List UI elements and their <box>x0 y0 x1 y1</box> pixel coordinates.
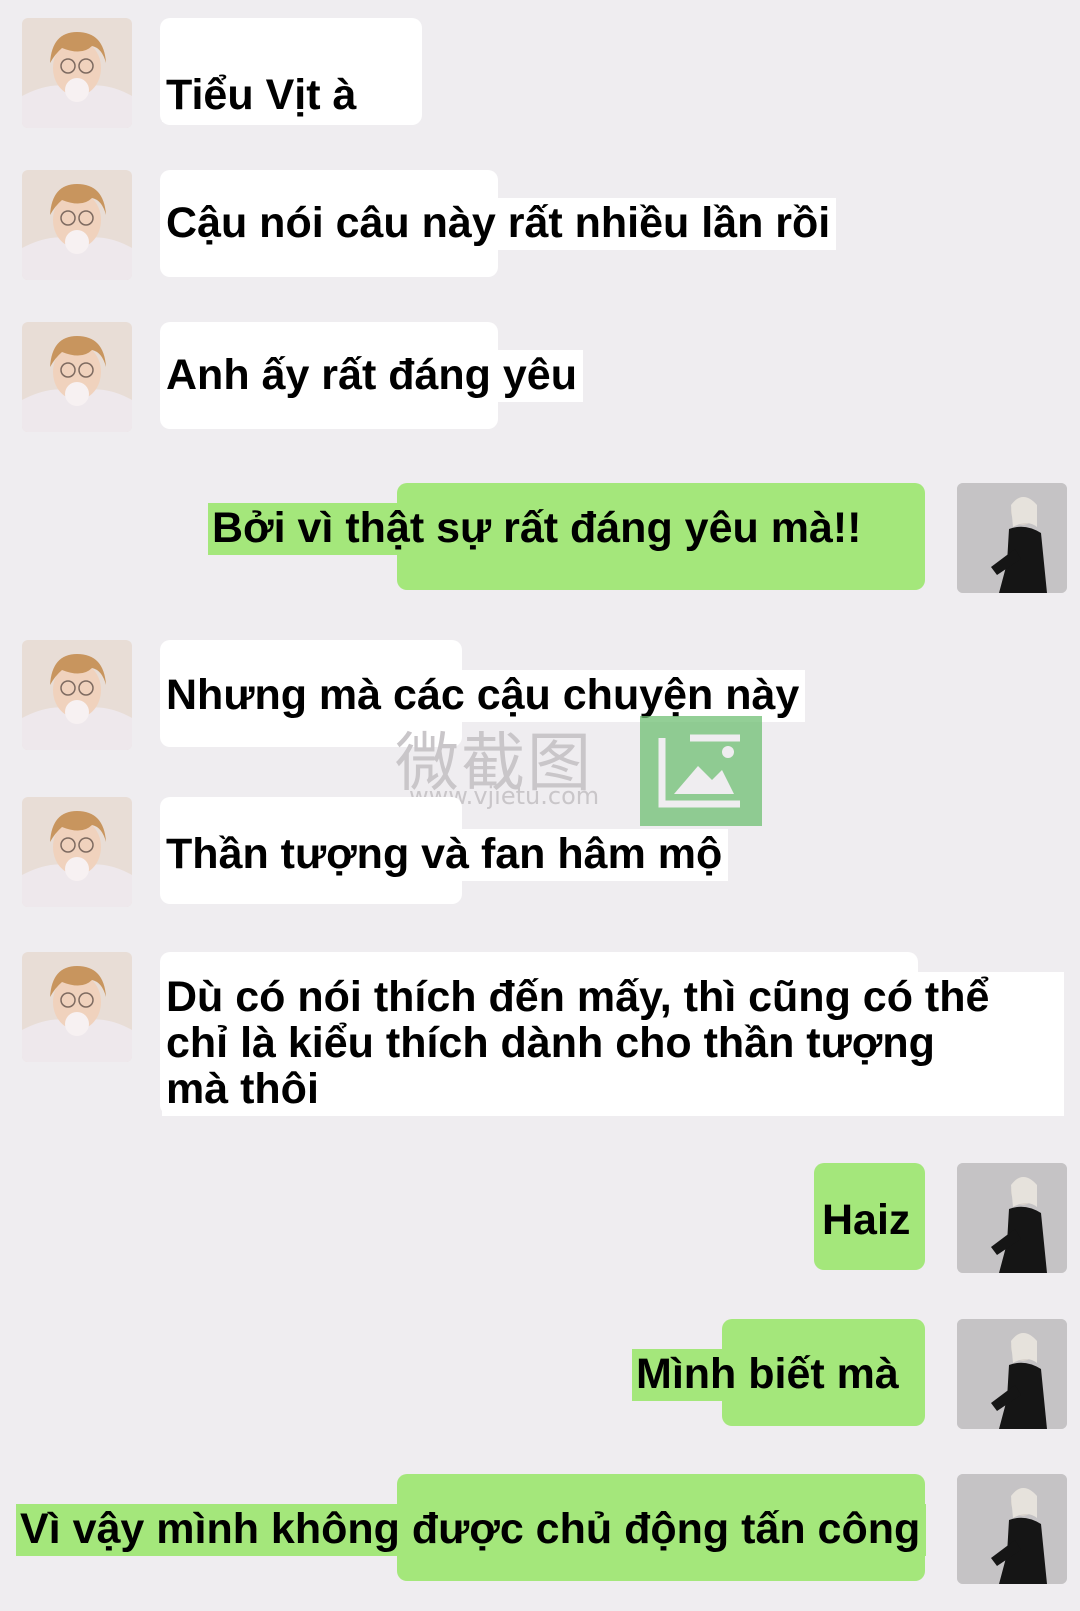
message-row: Vì vậy mình không được chủ động tấn công <box>0 1474 1080 1586</box>
contact-avatar-icon[interactable] <box>22 797 132 907</box>
message-row: Haiz <box>0 1163 1080 1275</box>
message-text: Bởi vì thật sự rất đáng yêu mà!! <box>208 503 868 555</box>
message-row: Bởi vì thật sự rất đáng yêu mà!! <box>0 483 1080 595</box>
message-text: Vì vậy mình không được chủ động tấn công <box>16 1504 927 1556</box>
contact-avatar-icon[interactable] <box>22 18 132 128</box>
message-text: Anh ấy rất đáng yêu <box>162 350 583 402</box>
message-text: Thần tượng và fan hâm mộ <box>162 829 729 881</box>
message-text: Dù có nói thích đến mấy, thì cũng có thể… <box>162 972 1064 1116</box>
message-text: Haiz <box>818 1195 917 1247</box>
message-row: Cậu nói câu này rất nhiều lần rồi <box>0 170 1080 282</box>
message-text: Tiểu Vịt à <box>162 70 363 122</box>
user-avatar-icon[interactable] <box>957 1319 1067 1429</box>
user-avatar-icon[interactable] <box>957 1163 1067 1273</box>
user-avatar-icon[interactable] <box>957 1474 1067 1584</box>
contact-avatar-icon[interactable] <box>22 322 132 432</box>
contact-avatar-icon[interactable] <box>22 640 132 750</box>
message-row: Tiểu Vịt à <box>0 18 1080 130</box>
message-row: Nhưng mà các cậu chuyện này <box>0 640 1080 752</box>
contact-avatar-icon[interactable] <box>22 952 132 1062</box>
contact-avatar-icon[interactable] <box>22 170 132 280</box>
message-row: Thần tượng và fan hâm mộ <box>0 797 1080 909</box>
message-text: Mình biết mà <box>632 1349 905 1401</box>
message-row: Dù có nói thích đến mấy, thì cũng có thể… <box>0 952 1080 1122</box>
message-text: Nhưng mà các cậu chuyện này <box>162 670 806 722</box>
chat-screen: Tiểu Vịt à Cậu nói câu này rất nhiều lần… <box>0 0 1080 1611</box>
user-avatar-icon[interactable] <box>957 483 1067 593</box>
message-row: Mình biết mà <box>0 1319 1080 1431</box>
message-row: Anh ấy rất đáng yêu <box>0 322 1080 434</box>
message-text: Cậu nói câu này rất nhiều lần rồi <box>162 198 837 250</box>
